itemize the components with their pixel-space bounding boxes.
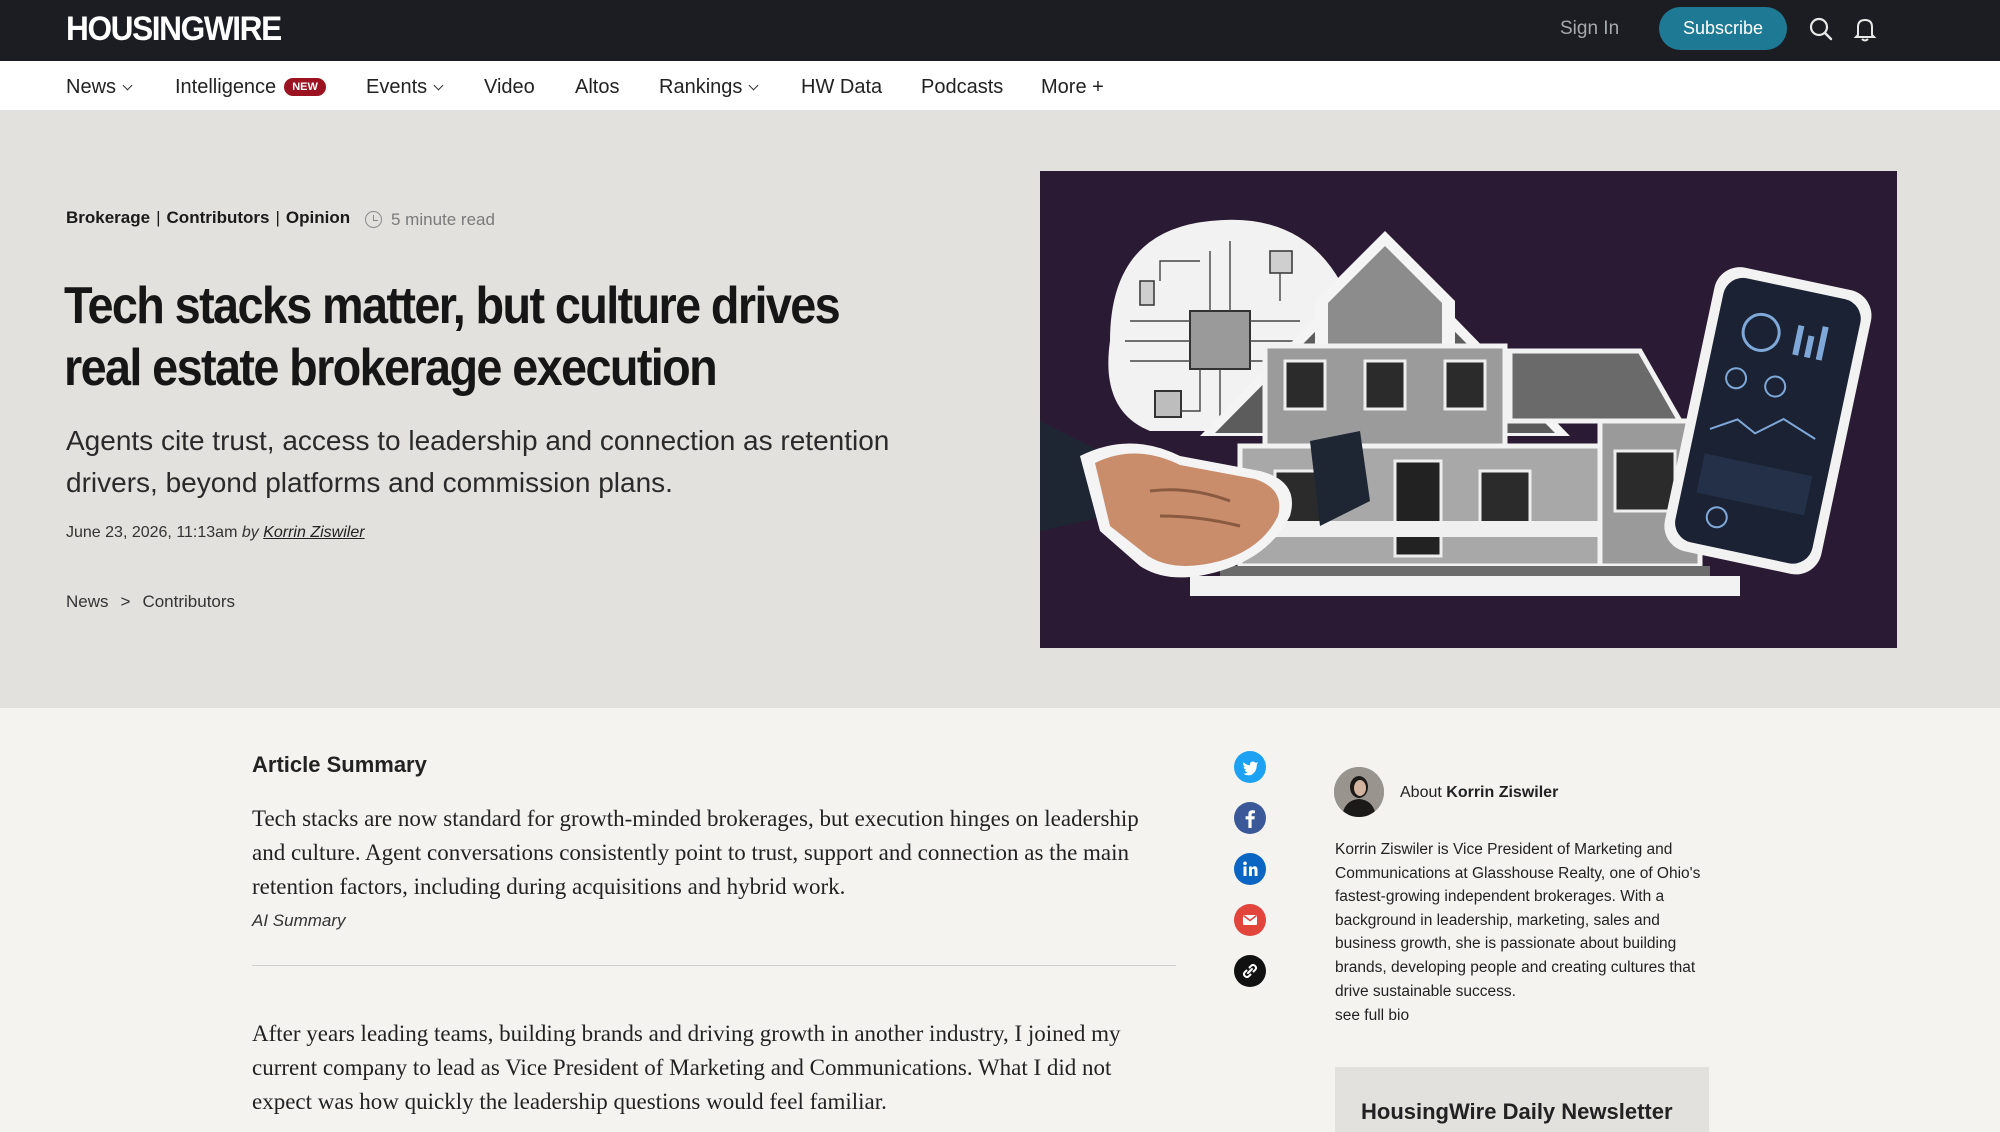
about-author-name[interactable]: Korrin Ziswiler xyxy=(1446,784,1558,801)
clock-icon xyxy=(365,211,382,228)
nav-video[interactable]: Video xyxy=(484,75,535,99)
nav-events[interactable]: Events xyxy=(366,75,444,99)
new-badge: NEW xyxy=(284,78,326,96)
newsletter-card: HousingWire Daily Newsletter xyxy=(1335,1067,1709,1132)
nav-hw-data[interactable]: HW Data xyxy=(801,75,882,99)
link-icon[interactable] xyxy=(1234,955,1266,987)
nav-altos[interactable]: Altos xyxy=(575,75,619,99)
category-separator: | xyxy=(275,208,280,227)
twitter-icon[interactable] xyxy=(1234,751,1266,783)
category-contributors[interactable]: Contributors xyxy=(167,208,270,227)
hero-image xyxy=(1040,171,1897,648)
top-bar: HOUSINGWIRE Sign In Subscribe xyxy=(0,0,2000,61)
about-author: About Korrin Ziswiler xyxy=(1400,783,1558,803)
breadcrumb-contributors[interactable]: Contributors xyxy=(142,592,235,611)
breadcrumb-news[interactable]: News xyxy=(66,592,109,611)
sign-in-link[interactable]: Sign In xyxy=(1560,17,1619,41)
bell-icon[interactable] xyxy=(1850,14,1880,44)
main-nav: News Intelligence NEW Events Video Altos … xyxy=(0,61,2000,111)
ai-summary-label: AI Summary xyxy=(252,911,346,930)
article-title: Tech stacks matter, but culture drives r… xyxy=(64,277,841,397)
author-avatar[interactable] xyxy=(1334,767,1384,817)
chevron-down-icon xyxy=(122,80,133,91)
search-icon[interactable] xyxy=(1806,14,1836,44)
chevron-down-icon xyxy=(748,80,759,91)
author-bio: Korrin Ziswiler is Vice President of Mar… xyxy=(1335,841,1701,1000)
byline-by: by xyxy=(241,524,259,541)
article-body-paragraph: After years leading teams, building bran… xyxy=(252,1021,1121,1114)
about-prefix: About xyxy=(1400,784,1442,801)
nav-rankings[interactable]: Rankings xyxy=(659,75,759,99)
summary-divider xyxy=(252,965,1176,966)
category-brokerage[interactable]: Brokerage xyxy=(66,208,150,227)
category-list: Brokerage | Contributors | Opinion xyxy=(66,208,350,228)
subscribe-button[interactable]: Subscribe xyxy=(1659,7,1787,50)
newsletter-title: HousingWire Daily Newsletter xyxy=(1361,1099,1673,1124)
read-time: 5 minute read xyxy=(365,208,495,230)
nav-more[interactable]: More + xyxy=(1041,75,1104,99)
article-summary-heading: Article Summary xyxy=(252,752,427,777)
nav-news-label: News xyxy=(66,76,117,98)
publish-date: June 23, 2026, 11:13am xyxy=(66,524,238,541)
author-link[interactable]: Korrin Ziswiler xyxy=(263,524,364,541)
breadcrumb-separator: > xyxy=(120,592,131,611)
nav-events-label: Events xyxy=(366,76,428,98)
facebook-icon[interactable] xyxy=(1234,802,1266,834)
nav-rankings-label: Rankings xyxy=(659,76,743,98)
category-opinion[interactable]: Opinion xyxy=(286,208,350,227)
email-icon[interactable] xyxy=(1234,904,1266,936)
category-separator: | xyxy=(156,208,161,227)
nav-intelligence[interactable]: Intelligence NEW xyxy=(175,75,326,99)
read-time-label: 5 minute read xyxy=(391,210,495,229)
article-summary-text: Tech stacks are now standard for growth-… xyxy=(252,806,1139,899)
nav-intelligence-label: Intelligence xyxy=(175,76,277,98)
byline: June 23, 2026, 11:13am by Korrin Ziswile… xyxy=(66,523,365,543)
housingwire-logo[interactable]: HOUSINGWIRE xyxy=(66,10,282,48)
breadcrumb: News > Contributors xyxy=(66,592,235,612)
nav-news[interactable]: News xyxy=(66,75,133,99)
article-dek: Agents cite trust, access to leadership … xyxy=(66,425,890,498)
chevron-down-icon xyxy=(433,80,444,91)
nav-podcasts[interactable]: Podcasts xyxy=(921,75,1003,99)
see-full-bio-link[interactable]: see full bio xyxy=(1335,1006,1409,1026)
linkedin-icon[interactable] xyxy=(1234,853,1266,885)
